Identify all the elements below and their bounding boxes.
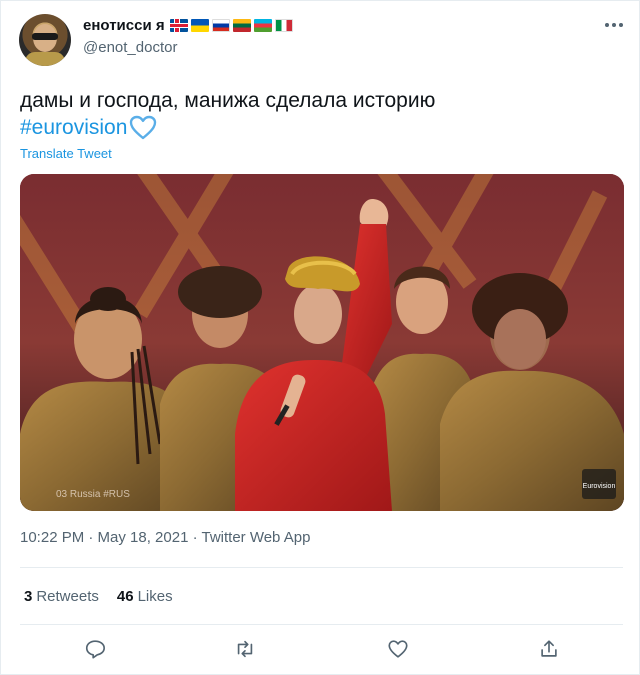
media-caption: 03 Russia #RUS (56, 489, 130, 500)
tweet-media-photo[interactable]: 03 Russia #RUS Eurovision (20, 174, 624, 511)
user-handle[interactable]: @enot_doctor (83, 39, 177, 56)
italy-flag-icon (274, 19, 293, 32)
ukraine-flag-icon (190, 19, 209, 32)
media-logo-text: Eurovision (583, 483, 616, 490)
retweets-label: Retweets (36, 588, 99, 605)
divider (20, 567, 623, 568)
tweet-action-bar (1, 634, 640, 664)
azerbaijan-flag-icon (253, 19, 272, 32)
user-display-name[interactable]: енотисси я (83, 17, 293, 34)
retweet-icon[interactable] (230, 634, 260, 664)
translate-tweet-link[interactable]: Translate Tweet (20, 146, 112, 161)
like-icon[interactable] (383, 634, 413, 664)
retweets-count: 3 (24, 588, 33, 605)
tweet-card: енотисси я @enot_doctor дамы и господа, … (0, 0, 640, 675)
russia-flag-icon (211, 19, 230, 32)
likes-label: Likes (137, 588, 173, 605)
tweet-text: дамы и господа, манижа сделала историю (20, 89, 436, 112)
more-options-icon[interactable] (604, 15, 624, 35)
share-icon[interactable] (534, 634, 564, 664)
reply-icon[interactable] (80, 634, 110, 664)
tweet-text-line2: #eurovision (20, 114, 157, 141)
tweet-stats: 3 Retweets 46 Likes (24, 588, 173, 605)
tweet-timestamp[interactable]: 10:22 PM · May 18, 2021 · Twitter Web Ap… (20, 529, 310, 546)
hashtag-link[interactable]: #eurovision (20, 114, 127, 141)
retweets-stat[interactable]: 3 Retweets (24, 588, 99, 605)
lithuania-flag-icon (232, 19, 251, 32)
user-avatar[interactable] (19, 14, 71, 66)
blue-heart-icon (129, 115, 157, 141)
likes-count: 46 (116, 588, 134, 605)
flag-emoji-group (169, 19, 293, 32)
display-name-text: енотисси я (83, 17, 165, 34)
likes-stat[interactable]: 46 Likes (117, 588, 173, 605)
divider (20, 624, 623, 625)
iceland-flag-icon (169, 19, 188, 32)
